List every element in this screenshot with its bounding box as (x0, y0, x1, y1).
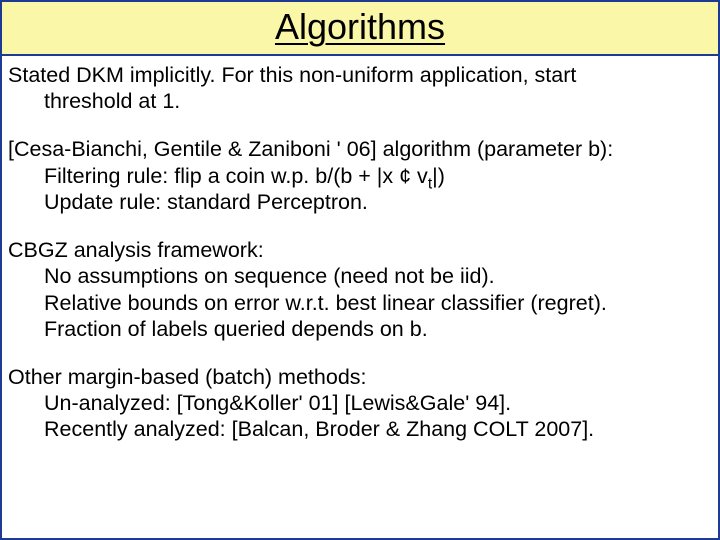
paragraph-dkm: Stated DKM implicitly. For this non-unif… (8, 62, 712, 114)
paragraph-other-methods: Other margin-based (batch) methods: Un-a… (8, 364, 712, 443)
text-line: CBGZ analysis framework: (8, 237, 712, 263)
paragraph-cbgz-algo: [Cesa-Bianchi, Gentile & Zaniboni ' 06] … (8, 136, 712, 215)
text-line: Fraction of labels queried depends on b. (8, 316, 712, 342)
text-line: No assumptions on sequence (need not be … (8, 263, 712, 289)
text-line: threshold at 1. (8, 88, 712, 114)
paragraph-cbgz-analysis: CBGZ analysis framework: No assumptions … (8, 237, 712, 342)
text-line: Relative bounds on error w.r.t. best lin… (8, 290, 712, 316)
slide-container: Algorithms Stated DKM implicitly. For th… (0, 0, 720, 540)
text-fragment: Filtering rule: flip a coin w.p. b/(b + … (44, 164, 428, 188)
text-line: Other margin-based (batch) methods: (8, 364, 712, 390)
slide-body: Stated DKM implicitly. For this non-unif… (2, 56, 718, 538)
text-line: Filtering rule: flip a coin w.p. b/(b + … (8, 163, 712, 189)
text-line: [Cesa-Bianchi, Gentile & Zaniboni ' 06] … (8, 136, 712, 162)
text-fragment: |) (432, 164, 445, 188)
text-line: Recently analyzed: [Balcan, Broder & Zha… (8, 416, 712, 442)
slide-title: Algorithms (2, 6, 718, 48)
title-bar: Algorithms (2, 2, 718, 56)
text-line: Stated DKM implicitly. For this non-unif… (8, 62, 712, 88)
text-line: Update rule: standard Perceptron. (8, 189, 712, 215)
text-line: Un-analyzed: [Tong&Koller' 01] [Lewis&Ga… (8, 390, 712, 416)
